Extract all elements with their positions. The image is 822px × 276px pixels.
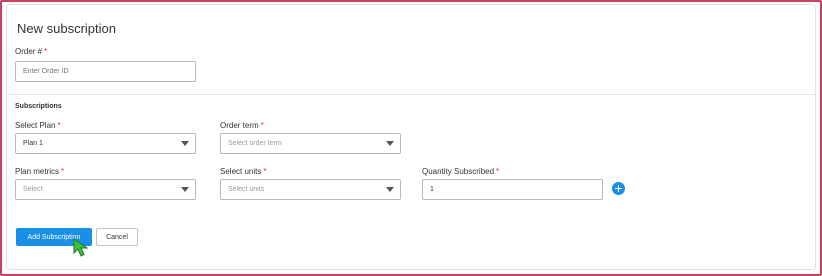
order-term-dropdown[interactable]: Select order term [220,133,401,154]
cancel-button[interactable]: Cancel [96,228,138,246]
mouse-pointer-icon [73,238,89,257]
order-id-input[interactable] [15,61,196,82]
plan-metrics-label-wrap: Plan metrics * [15,167,64,176]
order-term-placeholder: Select order term [228,140,282,147]
required-marker: * [44,47,48,56]
order-term-label: Order term [220,121,259,130]
select-plan-dropdown[interactable]: Plan 1 [15,133,196,154]
select-units-label-wrap: Select units * [220,167,266,176]
quantity-input[interactable] [422,179,603,200]
plan-metrics-placeholder: Select [23,186,43,193]
required-marker: * [260,121,264,130]
caret-down-icon [181,187,189,192]
plan-metrics-label: Plan metrics [15,167,60,176]
page-title: New subscription [17,21,116,36]
quantity-label: Quantity Subscribed [422,167,495,176]
plan-metrics-dropdown[interactable]: Select [15,179,196,200]
select-plan-value: Plan 1 [23,140,43,147]
required-marker: * [61,167,65,176]
select-plan-label: Select Plan [15,121,56,130]
required-marker: * [496,167,500,176]
required-marker: * [263,167,267,176]
plus-circle-icon[interactable] [612,182,625,195]
select-units-label: Select units [220,167,262,176]
select-units-placeholder: Select units [228,186,265,193]
section-divider [7,94,815,95]
caret-down-icon [386,141,394,146]
required-marker: * [57,121,61,130]
order-label-wrap: Order # * [15,47,47,56]
quantity-label-wrap: Quantity Subscribed * [422,167,499,176]
order-term-label-wrap: Order term * [220,121,264,130]
caret-down-icon [386,187,394,192]
select-units-dropdown[interactable]: Select units [220,179,401,200]
subscriptions-section-title: Subscriptions [15,103,62,110]
caret-down-icon [181,141,189,146]
select-plan-label-wrap: Select Plan * [15,121,61,130]
order-label: Order # [15,47,43,56]
